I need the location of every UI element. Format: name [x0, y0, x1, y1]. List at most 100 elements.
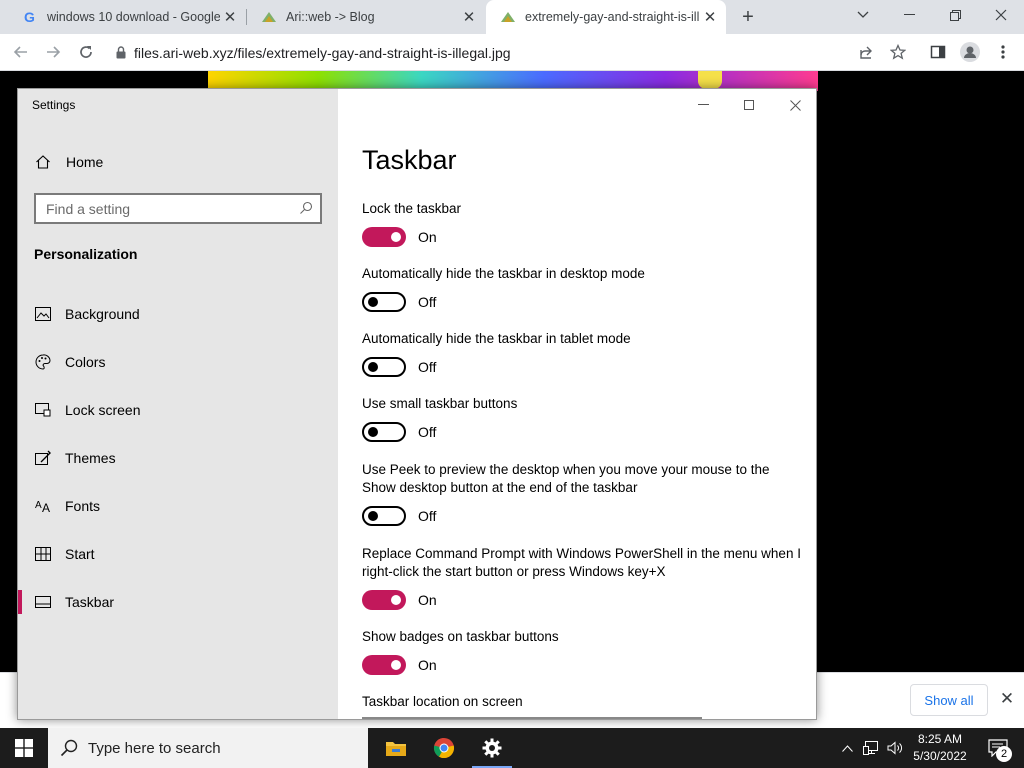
close-tab-icon[interactable]: ✕: [700, 7, 720, 27]
background-icon: [34, 305, 52, 323]
toggle-knob: [368, 511, 378, 521]
nav-item-taskbar[interactable]: Taskbar: [18, 582, 338, 622]
lock-screen-icon: [34, 401, 52, 419]
toggle-state: On: [418, 592, 437, 608]
nav-item-label: Background: [65, 306, 140, 322]
tab-search-icon[interactable]: [840, 0, 886, 30]
show-all-downloads-button[interactable]: Show all: [910, 684, 988, 716]
toggle-state: On: [418, 657, 437, 673]
category-heading: Personalization: [34, 246, 138, 262]
palette-icon: [34, 353, 52, 371]
profile-avatar-icon[interactable]: [957, 39, 983, 65]
volume-icon[interactable]: [884, 728, 906, 768]
setting-badges: Show badges on taskbar buttons On: [362, 628, 802, 675]
show-hidden-icons-icon[interactable]: [838, 728, 856, 768]
toggle-state: Off: [418, 294, 437, 310]
search-placeholder: Find a setting: [46, 200, 131, 217]
nav-item-background[interactable]: Background: [18, 294, 338, 334]
file-explorer-icon[interactable]: [372, 728, 420, 768]
taskbar-search-box[interactable]: Type here to search: [48, 728, 368, 768]
toggle-row: Off: [362, 506, 436, 526]
home-link[interactable]: Home: [34, 152, 103, 172]
fonts-icon: AA: [34, 497, 52, 515]
lock-icon[interactable]: [108, 46, 134, 59]
autohide-tablet-toggle[interactable]: [362, 357, 406, 377]
toggle-knob: [391, 660, 401, 670]
setting-label: Replace Command Prompt with Windows Powe…: [362, 546, 801, 579]
side-panel-icon[interactable]: [925, 39, 951, 65]
chrome-icon[interactable]: [420, 728, 468, 768]
share-icon[interactable]: [853, 39, 879, 65]
taskbar-location-dropdown[interactable]: [362, 717, 702, 719]
close-window-icon[interactable]: [772, 89, 816, 121]
setting-label: Taskbar location on screen: [362, 694, 523, 709]
image-detail: [698, 71, 722, 89]
tab-title: Ari::web -> Blog: [286, 10, 375, 24]
toggle-knob: [368, 362, 378, 372]
clock-date: 5/30/2022: [913, 749, 967, 763]
autohide-desktop-toggle[interactable]: [362, 292, 406, 312]
restore-icon[interactable]: [932, 0, 978, 30]
powershell-toggle[interactable]: [362, 590, 406, 610]
find-setting-input[interactable]: Find a setting: [34, 193, 322, 224]
close-download-bar-icon[interactable]: ✕: [996, 688, 1018, 710]
setting-small-buttons: Use small taskbar buttons Off: [362, 395, 802, 442]
nav-item-label: Themes: [65, 450, 116, 466]
tab-image-file[interactable]: extremely-gay-and-straight-is-ill ✕: [486, 0, 726, 34]
badges-toggle[interactable]: [362, 655, 406, 675]
browser-toolbar: files.ari-web.xyz/files/extremely-gay-an…: [0, 34, 1024, 71]
nav-item-start[interactable]: Start: [18, 534, 338, 574]
window-title: Settings: [32, 98, 76, 112]
setting-powershell: Replace Command Prompt with Windows Powe…: [362, 545, 802, 610]
back-arrow-icon[interactable]: [8, 39, 34, 65]
taskbar-search-placeholder: Type here to search: [88, 739, 221, 757]
toggle-row: Off: [362, 292, 436, 312]
toggle-state: On: [418, 229, 437, 245]
svg-text:A: A: [42, 501, 50, 513]
tab-google-search[interactable]: G windows 10 download - Google ✕: [8, 0, 246, 34]
minimize-icon[interactable]: [680, 89, 726, 121]
lock-taskbar-toggle[interactable]: [362, 227, 406, 247]
nav-item-fonts[interactable]: AA Fonts: [18, 486, 338, 526]
maximize-icon[interactable]: [726, 89, 772, 121]
close-window-icon[interactable]: [978, 0, 1024, 30]
bookmark-star-icon[interactable]: [885, 39, 911, 65]
close-tab-icon[interactable]: ✕: [459, 7, 479, 27]
action-center-icon[interactable]: 2: [978, 728, 1018, 768]
setting-lock-taskbar: Lock the taskbar On: [362, 200, 802, 247]
toggle-state: Off: [418, 359, 437, 375]
search-icon[interactable]: [299, 201, 313, 218]
new-tab-button[interactable]: +: [736, 5, 760, 29]
taskbar-clock[interactable]: 8:25 AM 5/30/2022: [905, 731, 975, 765]
peek-toggle[interactable]: [362, 506, 406, 526]
toggle-state: Off: [418, 508, 437, 524]
setting-autohide-tablet: Automatically hide the taskbar in tablet…: [362, 330, 802, 377]
url-text: files.ari-web.xyz/files/extremely-gay-an…: [134, 44, 511, 61]
settings-window: Settings Home Find a setting Personaliza…: [17, 88, 817, 720]
tab-ari-web-blog[interactable]: Ari::web -> Blog ✕: [247, 0, 485, 34]
toggle-knob: [391, 232, 401, 242]
settings-sidebar: Settings Home Find a setting Personaliza…: [18, 89, 338, 719]
nav-item-label: Fonts: [65, 498, 101, 514]
toggle-knob: [391, 595, 401, 605]
nav-item-lock-screen[interactable]: Lock screen: [18, 390, 338, 430]
toggle-row: On: [362, 655, 437, 675]
minimize-icon[interactable]: [886, 0, 932, 30]
address-bar[interactable]: files.ari-web.xyz/files/extremely-gay-an…: [108, 38, 848, 67]
search-icon: [60, 739, 78, 757]
network-icon[interactable]: [860, 728, 882, 768]
nav-item-themes[interactable]: Themes: [18, 438, 338, 478]
close-tab-icon[interactable]: ✕: [220, 7, 240, 27]
toggle-state: Off: [418, 424, 437, 440]
themes-icon: [34, 449, 52, 467]
nav-item-label: Taskbar: [65, 594, 115, 610]
settings-gear-icon[interactable]: [468, 728, 516, 768]
reload-icon[interactable]: [73, 39, 99, 65]
toggle-knob: [368, 427, 378, 437]
nav-item-label: Colors: [65, 354, 106, 370]
forward-arrow-icon[interactable]: [40, 39, 66, 65]
small-buttons-toggle[interactable]: [362, 422, 406, 442]
menu-kebab-icon[interactable]: [990, 39, 1016, 65]
windows-start-icon[interactable]: [0, 728, 48, 768]
nav-item-colors[interactable]: Colors: [18, 342, 338, 382]
